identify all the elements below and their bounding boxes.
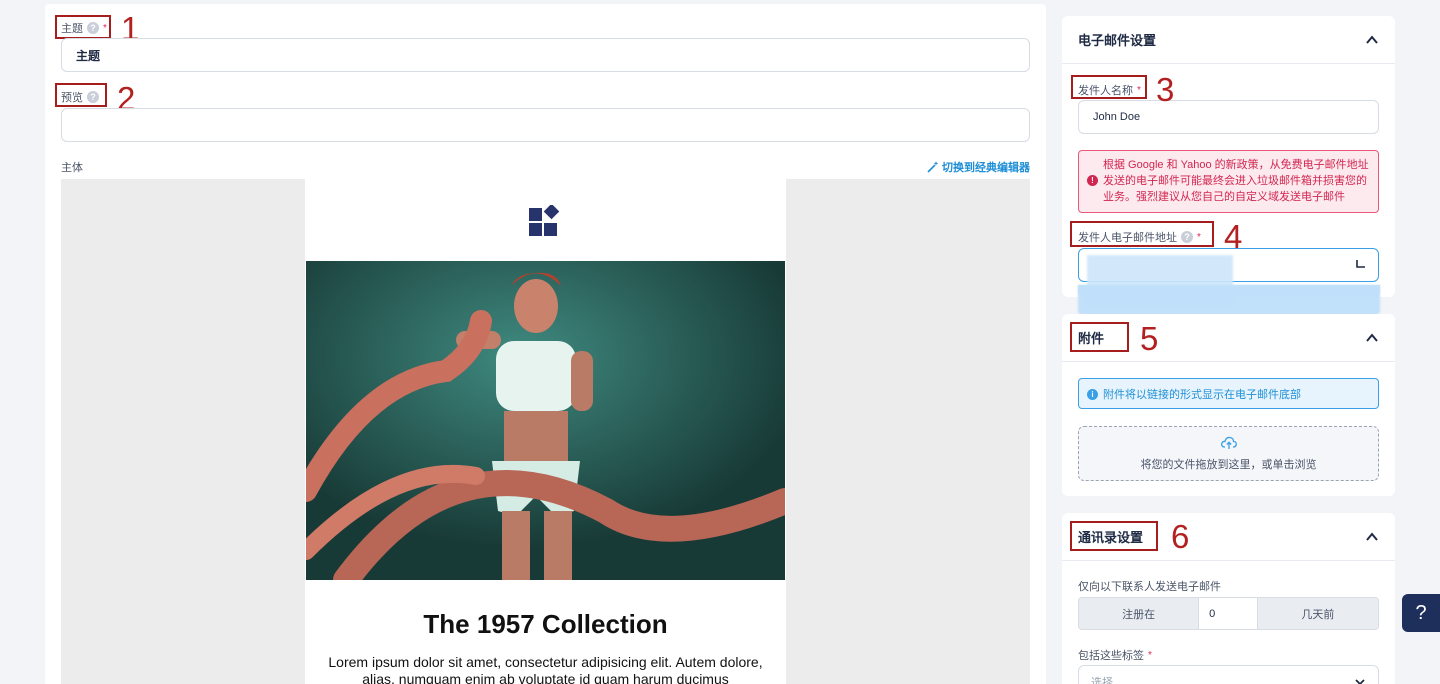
error-icon: !	[1087, 175, 1098, 186]
logo-icon	[529, 205, 560, 236]
email-paragraph[interactable]: Lorem ipsum dolor sit amet, consectetur …	[325, 654, 766, 684]
days-input[interactable]: 0	[1198, 598, 1258, 629]
email-heading[interactable]: The 1957 Collection	[305, 609, 786, 640]
registered-label: 注册在	[1079, 598, 1199, 629]
body-label: 主体	[61, 162, 83, 174]
attachments-card: 附件 i 附件将以链接的形式显示在电子邮件底部 将您的文件拖放到这里，或单击浏览…	[1062, 314, 1395, 496]
annotation-number-3: 3	[1156, 71, 1175, 108]
help-button[interactable]: ?	[1402, 594, 1440, 632]
annotation-number-4: 4	[1224, 218, 1243, 255]
dropdown-corner-icon	[1356, 260, 1365, 268]
switch-editor-link[interactable]: 切换到经典编辑器	[927, 159, 1030, 175]
dropdown-option-overflow[interactable]	[1078, 285, 1380, 315]
dropzone-text: 将您的文件拖放到这里，或单击浏览	[1140, 458, 1317, 471]
tags-label-text: 包括这些标签	[1078, 650, 1144, 662]
email-settings-card: 电子邮件设置 发件人名称 * John Doe ! 根据 Google 和 Ya…	[1062, 16, 1395, 305]
chevron-up-icon[interactable]	[1365, 33, 1379, 47]
attachments-info-text: 附件将以链接的形式显示在电子邮件底部	[1103, 388, 1301, 401]
required-mark: *	[1148, 649, 1152, 661]
chevron-up-icon[interactable]	[1365, 530, 1379, 544]
email-settings-title: 电子邮件设置	[1078, 33, 1157, 48]
cloud-upload-icon	[1220, 436, 1237, 449]
email-canvas[interactable]: The 1957 Collection Lorem ipsum dolor si…	[61, 179, 1030, 684]
annotation-number-5: 5	[1140, 320, 1159, 357]
attachments-info: i 附件将以链接的形式显示在电子邮件底部	[1078, 378, 1379, 409]
policy-alert: ! 根据 Google 和 Yahoo 的新政策，从免费电子邮件地址发送的电子邮…	[1078, 150, 1379, 213]
chevron-down-icon	[1355, 679, 1365, 684]
days-ago-label: 几天前	[1257, 598, 1378, 629]
info-icon: i	[1087, 389, 1098, 400]
subject-input[interactable]: 主题	[61, 38, 1030, 72]
annotation-box-2	[55, 83, 107, 107]
switch-editor-text: 切换到经典编辑器	[942, 162, 1030, 174]
annotation-number-6: 6	[1171, 518, 1190, 555]
email-settings-header[interactable]: 电子邮件设置	[1062, 16, 1395, 64]
file-dropzone[interactable]: 将您的文件拖放到这里，或单击浏览	[1078, 426, 1379, 481]
hero-illustration	[306, 261, 785, 580]
annotation-box-5	[1070, 322, 1129, 352]
annotation-box-4	[1070, 221, 1214, 247]
tags-label: 包括这些标签 *	[1078, 647, 1152, 663]
email-editor-panel: 主题 ? * 1 主题 预览 ? 2 主体 切换到经典编辑器 The 1957 …	[45, 4, 1046, 684]
only-send-label: 仅向以下联系人发送电子邮件	[1078, 581, 1221, 593]
contacts-settings-card: 通讯录设置 仅向以下联系人发送电子邮件 注册在 0 几天前 包括这些标签 * 选…	[1062, 513, 1395, 684]
preview-input[interactable]	[61, 108, 1030, 142]
annotation-box-6	[1070, 521, 1158, 551]
annotation-box-3	[1071, 75, 1147, 99]
chevron-up-icon[interactable]	[1365, 331, 1379, 345]
sender-name-input[interactable]: John Doe	[1078, 100, 1379, 134]
hero-image[interactable]	[306, 261, 785, 580]
tags-select-placeholder: 选择	[1091, 677, 1113, 684]
tags-select[interactable]: 选择	[1078, 665, 1379, 684]
magic-wand-icon	[927, 161, 939, 173]
email-body[interactable]: The 1957 Collection Lorem ipsum dolor si…	[305, 179, 786, 684]
annotation-box-1	[55, 15, 111, 39]
policy-alert-text: 根据 Google 和 Yahoo 的新政策，从免费电子邮件地址发送的电子邮件可…	[1103, 159, 1369, 203]
registered-days-group: 注册在 0 几天前	[1078, 597, 1379, 630]
